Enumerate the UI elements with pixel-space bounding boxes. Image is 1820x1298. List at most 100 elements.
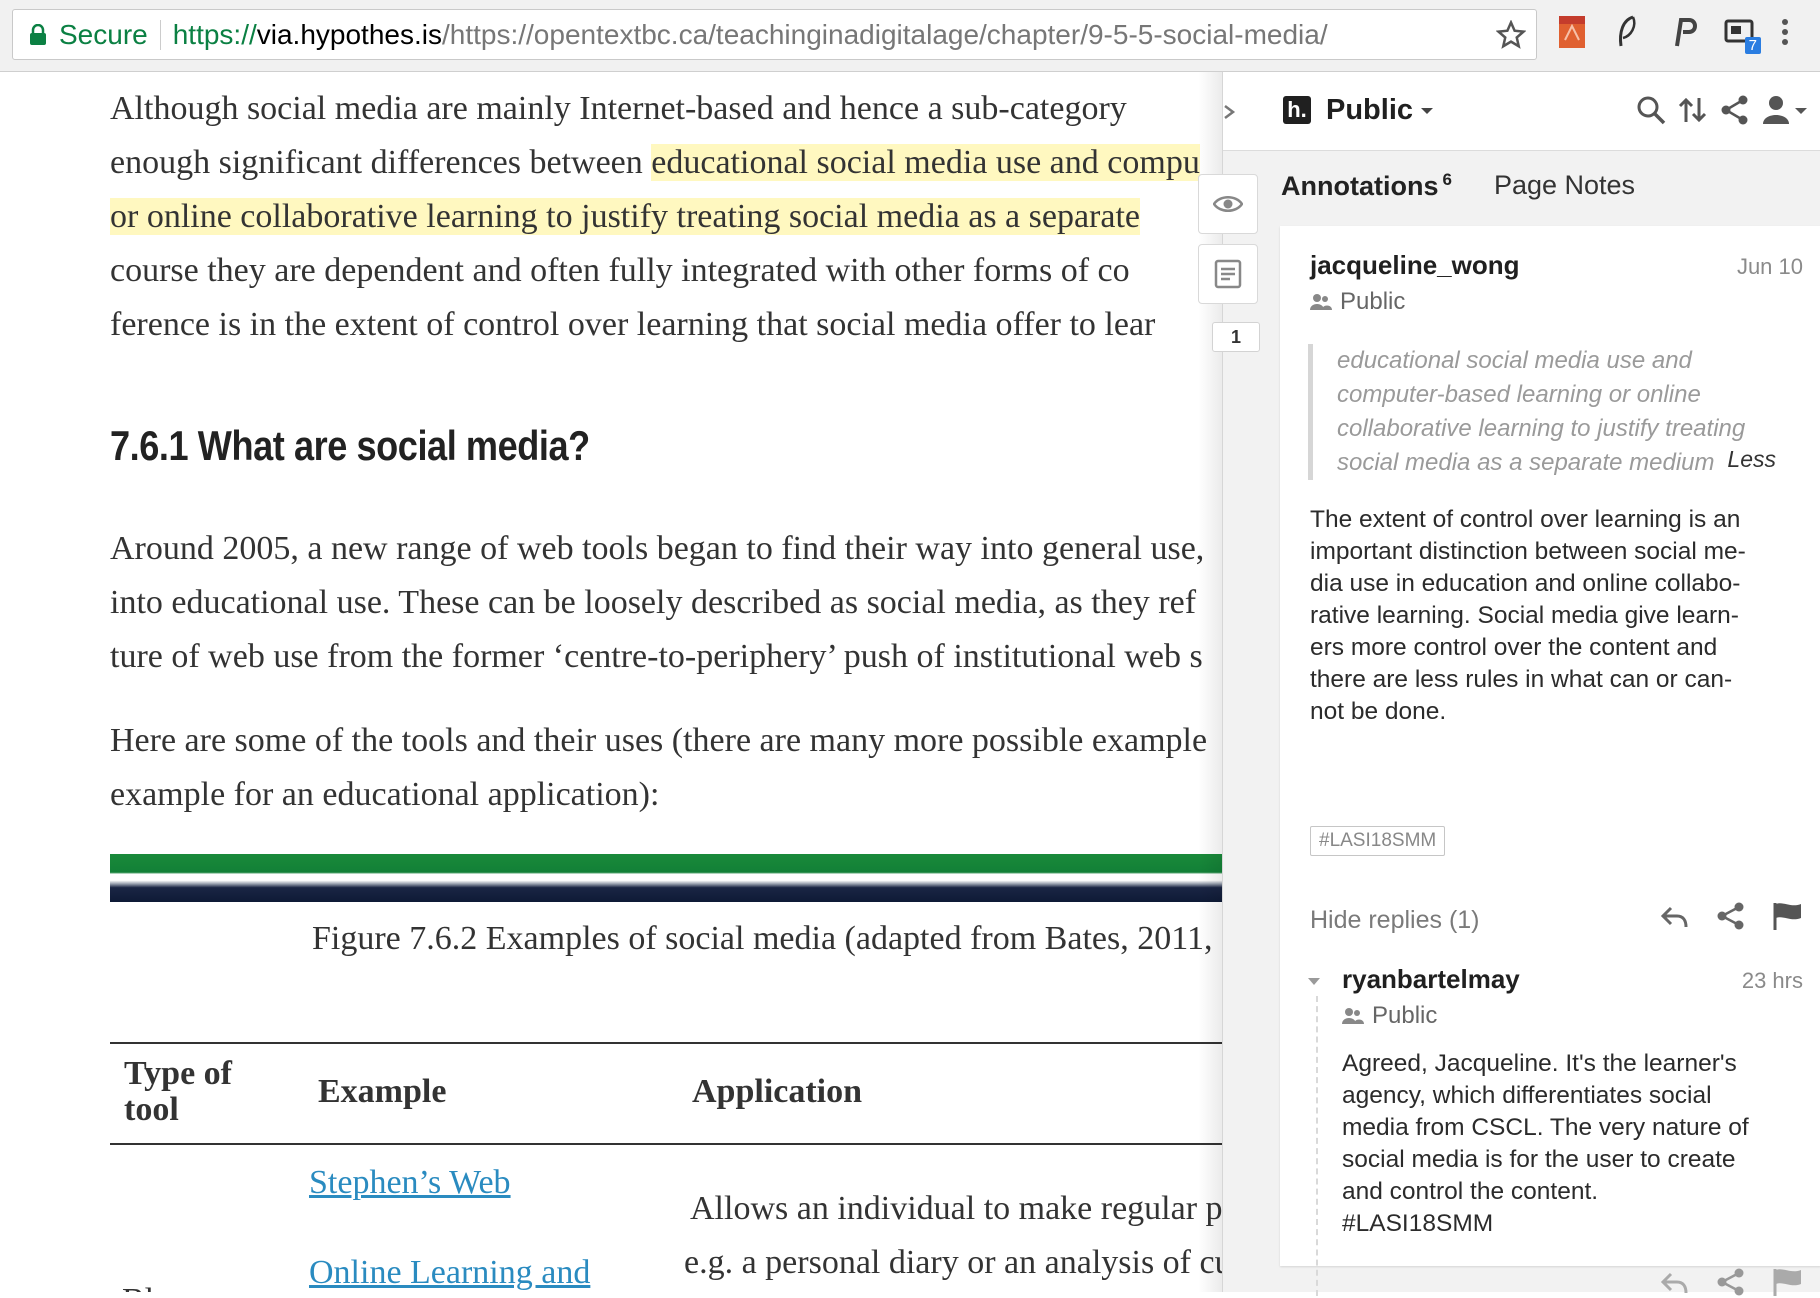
reply-username[interactable]: ryanbartelmay xyxy=(1342,964,1520,995)
body-line-1: The extent of control over learning is a… xyxy=(1310,506,1741,533)
application-line-2: e.g. a personal diary or an analysis of … xyxy=(684,1244,1232,1281)
reply-body: Agreed, Jacqueline. It's the learner's a… xyxy=(1342,1048,1749,1240)
url-text[interactable]: https://via.hypothes.is/https://opentext… xyxy=(173,19,1328,51)
reply-collapse-caret-icon[interactable] xyxy=(1308,978,1320,985)
pdf-extension-icon[interactable] xyxy=(1555,12,1589,52)
type-cell-partial: Bl xyxy=(122,1282,154,1292)
flag-icon[interactable] xyxy=(1771,1266,1803,1298)
annotation-visibility-label: Public xyxy=(1340,288,1406,315)
p2-line-3: ture of web use from the former ‘centre-… xyxy=(110,638,1203,675)
body-line-4: rative learning. Social media give learn… xyxy=(1310,602,1739,629)
highlight-annotation-continued[interactable]: or online collaborative learning to just… xyxy=(110,198,1141,235)
reply-line-3: media from CSCL. The very nature of xyxy=(1342,1114,1749,1141)
star-icon[interactable] xyxy=(1496,20,1526,50)
p1-line-5: ference is in the extent of control over… xyxy=(110,306,1156,343)
annotation-quote: educational social media use and compute… xyxy=(1308,344,1778,480)
extension-icons: 7 xyxy=(1555,12,1791,54)
secure-label: Secure xyxy=(59,18,148,50)
p3-line-1: Here are some of the tools and their use… xyxy=(110,722,1208,759)
paragraph-2: Around 2005, a new range of web tools be… xyxy=(110,522,1204,684)
hypothesis-logo-icon[interactable]: h. xyxy=(1283,96,1311,124)
link-stephens-web[interactable]: Stephen’s Web xyxy=(309,1164,511,1202)
reply-line-4: social media is for the user to create xyxy=(1342,1146,1736,1173)
flag-icon[interactable] xyxy=(1771,900,1803,932)
body-line-6: there are less rules in what can or can- xyxy=(1310,666,1733,693)
address-bar[interactable]: Secure https://via.hypothes.is/https://o… xyxy=(12,9,1537,60)
reply-thread-line xyxy=(1316,996,1320,1296)
reply-visibility-label: Public xyxy=(1372,1002,1438,1029)
group-icon xyxy=(1310,294,1332,310)
figure-caption: Figure 7.6.2 Examples of social media (a… xyxy=(312,920,1213,957)
paragraph-1: Although social media are mainly Interne… xyxy=(110,82,1200,352)
quote-line-4: social media as a separate medium xyxy=(1337,449,1715,476)
less-link[interactable]: Less xyxy=(1727,442,1776,476)
paragraph-3: Here are some of the tools and their use… xyxy=(110,714,1207,822)
toggle-highlights-button[interactable] xyxy=(1198,174,1258,234)
annotation-actions xyxy=(1659,900,1803,932)
tab-annotations[interactable]: Annotations 6 xyxy=(1281,170,1452,202)
menu-dots-icon[interactable] xyxy=(1779,12,1791,52)
annotation-visibility: Public xyxy=(1310,288,1405,316)
p1-line-1: Although social media are mainly Interne… xyxy=(110,90,1127,127)
reply-icon[interactable] xyxy=(1659,1266,1691,1298)
tab-page-notes[interactable]: Page Notes xyxy=(1494,170,1635,202)
body-line-7: not be done. xyxy=(1310,698,1447,725)
table-top-rule xyxy=(110,1042,1262,1044)
p3-line-2: example for an educational application): xyxy=(110,776,660,813)
body-line-5: ers more control over the content and xyxy=(1310,634,1718,661)
hide-replies-link[interactable]: Hide replies (1) xyxy=(1310,906,1480,935)
cast-extension-icon[interactable]: 7 xyxy=(1723,12,1761,54)
hypothesis-sidebar: h. Public Annotations 6 Page Notes jacqu… xyxy=(1222,72,1820,1296)
application-line-1: Allows an individual to make regular po xyxy=(690,1190,1240,1227)
share-icon[interactable] xyxy=(1715,900,1747,932)
omnibox-divider xyxy=(159,19,161,50)
table-header-rule xyxy=(110,1143,1262,1145)
tab-annotations-label: Annotations xyxy=(1281,171,1439,201)
annotation-date[interactable]: Jun 10 xyxy=(1737,254,1803,280)
sidebar-tabs: Annotations 6 Page Notes xyxy=(1281,170,1635,202)
search-icon[interactable] xyxy=(1635,92,1667,128)
chevron-down-icon xyxy=(1421,107,1434,114)
highlight-annotation[interactable]: educational social media use and compu xyxy=(651,144,1200,181)
share-icon[interactable] xyxy=(1719,92,1751,128)
sidebar-top-bar: h. Public xyxy=(1223,72,1820,151)
share-icon[interactable] xyxy=(1715,1266,1747,1298)
reply-line-2: agency, which differentiates social xyxy=(1342,1082,1712,1109)
section-heading: 7.6.1 What are social media? xyxy=(110,422,590,469)
new-page-note-button[interactable] xyxy=(1198,244,1258,304)
table-header-application: Application xyxy=(692,1073,863,1110)
group-label: Public xyxy=(1326,94,1414,126)
group-icon xyxy=(1342,1008,1364,1024)
chevron-right-icon[interactable] xyxy=(1220,92,1240,132)
lock-icon xyxy=(30,23,46,45)
p1-line-2: enough significant differences between xyxy=(110,144,652,181)
reply-icon[interactable] xyxy=(1659,900,1691,932)
annotation-username[interactable]: jacqueline_wong xyxy=(1310,250,1520,281)
annotation-count-badge[interactable]: 1 xyxy=(1212,322,1260,352)
quote-line-1: educational social media use and xyxy=(1337,347,1692,374)
group-dropdown[interactable]: Public xyxy=(1326,94,1434,127)
reply-date[interactable]: 23 hrs xyxy=(1742,968,1803,994)
reply-tag-line[interactable]: #LASI18SMM xyxy=(1342,1208,1749,1240)
annotation-card[interactable]: jacqueline_wong Jun 10 Public educationa… xyxy=(1280,226,1820,1296)
note-icon xyxy=(1214,259,1242,289)
link-online-learning[interactable]: Online Learning and xyxy=(309,1254,590,1292)
body-line-2: important distinction between social me- xyxy=(1310,538,1746,565)
quote-line-2: computer-based learning or online xyxy=(1337,381,1701,408)
p-extension-icon[interactable] xyxy=(1667,12,1701,52)
body-line-3: dia use in education and online collabo- xyxy=(1310,570,1741,597)
sort-icon[interactable] xyxy=(1677,92,1709,128)
p1-line-4: course they are dependent and often full… xyxy=(110,252,1130,289)
url-scheme: https:// xyxy=(172,18,257,50)
url-host: via.hypothes.is xyxy=(256,18,442,50)
quote-line-3: collaborative learning to justify treati… xyxy=(1337,415,1746,442)
feather-extension-icon[interactable] xyxy=(1611,12,1645,52)
p2-line-2: into educational use. These can be loose… xyxy=(110,584,1197,621)
reply-actions xyxy=(1659,1266,1803,1298)
annotation-body: The extent of control over learning is a… xyxy=(1310,504,1746,728)
page-content: Although social media are mainly Interne… xyxy=(0,72,1262,1292)
sidebar-tools xyxy=(1635,92,1807,128)
user-icon[interactable] xyxy=(1761,92,1807,128)
figure-banner-image xyxy=(110,854,1262,902)
annotation-tag[interactable]: #LASI18SMM xyxy=(1310,826,1446,856)
